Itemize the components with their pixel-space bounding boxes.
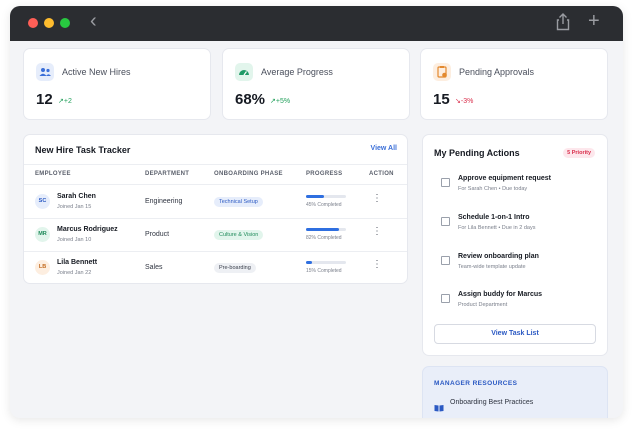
phase-badge: Technical Setup [214,197,263,207]
app-window: ‹ + Active New Hires 12 ↗+2 Average Prog… [10,6,623,418]
divider [24,184,407,185]
stat-label: Average Progress [261,67,333,77]
stat-trend: ↘-3% [455,98,474,105]
avatar: SC [35,194,50,209]
department: Engineering [145,198,183,205]
title-bar: ‹ + [10,6,623,41]
close-window-button[interactable] [28,18,38,28]
stat-value: 68% [235,91,266,108]
employee-joined: Joined Jan 10 [57,237,92,243]
list-item[interactable]: Schedule 1-on-1 Intro For Lila Bennett •… [434,212,594,246]
avatar: LB [35,260,50,275]
progress-bar [306,261,346,264]
progress-bar [306,195,346,198]
stat-label: Pending Approvals [459,67,535,77]
clipboard-icon [433,63,451,81]
resource-link[interactable]: Onboarding Best Practices [450,399,533,406]
task-sub: For Sarah Chen • Due today [458,186,528,192]
chevron-left-icon[interactable]: ‹ [90,11,97,31]
task-title: Assign buddy for Marcus [458,291,543,298]
book-icon [434,399,444,412]
column-header-onboarding-phase: ONBOARDING PHASE [214,171,283,177]
share-icon[interactable] [556,13,572,33]
employee-name: Marcus Rodriguez [57,226,118,233]
more-options-icon[interactable]: ⋮ [372,194,382,204]
task-sub: Team-wide template update [458,264,526,270]
task-sub: Product Department [458,302,508,308]
stat-label: Active New Hires [62,67,131,77]
progress-label: 82% Completed [306,235,342,241]
employee-name: Sarah Chen [57,193,96,200]
column-header-employee: EMPLOYEE [35,171,71,177]
table-row[interactable]: LB Lila Bennett Joined Jan 22 Sales Pre-… [24,252,407,284]
priority-badge: 5 Priority [563,148,595,158]
tracker-title: New Hire Task Tracker [35,145,131,155]
task-sub: For Lila Bennett • Due in 2 days [458,225,536,231]
table-row[interactable]: MR Marcus Rodriguez Joined Jan 10 Produc… [24,219,407,251]
column-header-progress: PROGRESS [306,171,343,177]
department: Product [145,231,170,238]
maximize-window-button[interactable] [60,18,70,28]
new-hire-task-tracker: New Hire Task Tracker View All EMPLOYEE … [23,134,408,284]
task-title: Schedule 1-on-1 Intro [458,214,530,221]
column-header-action: ACTION [369,171,394,177]
plus-icon[interactable]: + [588,11,600,31]
phase-badge: Culture & Vision [214,230,264,240]
avatar: MR [35,227,50,242]
task-checkbox[interactable] [441,294,450,303]
stat-card-active-new-hires: Active New Hires 12 ↗+2 [23,48,211,120]
my-pending-actions: My Pending Actions 5 Priority Approve eq… [422,134,608,356]
stat-trend: ↗+5% [270,98,291,105]
task-title: Approve equipment request [458,175,551,182]
task-checkbox[interactable] [441,256,450,265]
gauge-icon [235,63,253,81]
task-checkbox[interactable] [441,178,450,187]
stat-value: 12 [36,91,53,108]
progress-bar [306,228,346,231]
view-task-list-button[interactable]: View Task List [434,324,596,344]
table-row[interactable]: SC Sarah Chen Joined Jan 15 Engineering … [24,186,407,218]
more-options-icon[interactable]: ⋮ [372,227,382,237]
employee-joined: Joined Jan 15 [57,204,92,210]
progress-label: 45% Completed [306,202,342,208]
view-all-link[interactable]: View All [371,145,397,152]
column-header-department: DEPARTMENT [145,171,190,177]
minimize-window-button[interactable] [44,18,54,28]
progress-label: 15% Completed [306,268,342,274]
list-item[interactable]: Approve equipment request For Sarah Chen… [434,173,594,207]
resources-title: MANAGER RESOURCES [434,380,518,387]
divider [24,164,407,165]
department: Sales [145,264,163,271]
stat-card-pending-approvals: Pending Approvals 15 ↘-3% [420,48,608,120]
list-item[interactable]: Assign buddy for Marcus Product Departme… [434,289,594,323]
pending-actions-title: My Pending Actions [434,148,520,158]
employee-name: Lila Bennett [57,259,98,266]
stat-card-average-progress: Average Progress 68% ↗+5% [222,48,410,120]
phase-badge: Pre-boarding [214,263,256,273]
task-checkbox[interactable] [441,217,450,226]
stat-trend: ↗+2 [58,98,72,105]
task-title: Review onboarding plan [458,253,539,260]
more-options-icon[interactable]: ⋮ [372,260,382,270]
manager-resources: MANAGER RESOURCES Onboarding Best Practi… [422,366,608,418]
employee-joined: Joined Jan 22 [57,270,92,276]
stat-value: 15 [433,91,450,108]
list-item[interactable]: Review onboarding plan Team-wide templat… [434,251,594,285]
users-icon [36,63,54,81]
